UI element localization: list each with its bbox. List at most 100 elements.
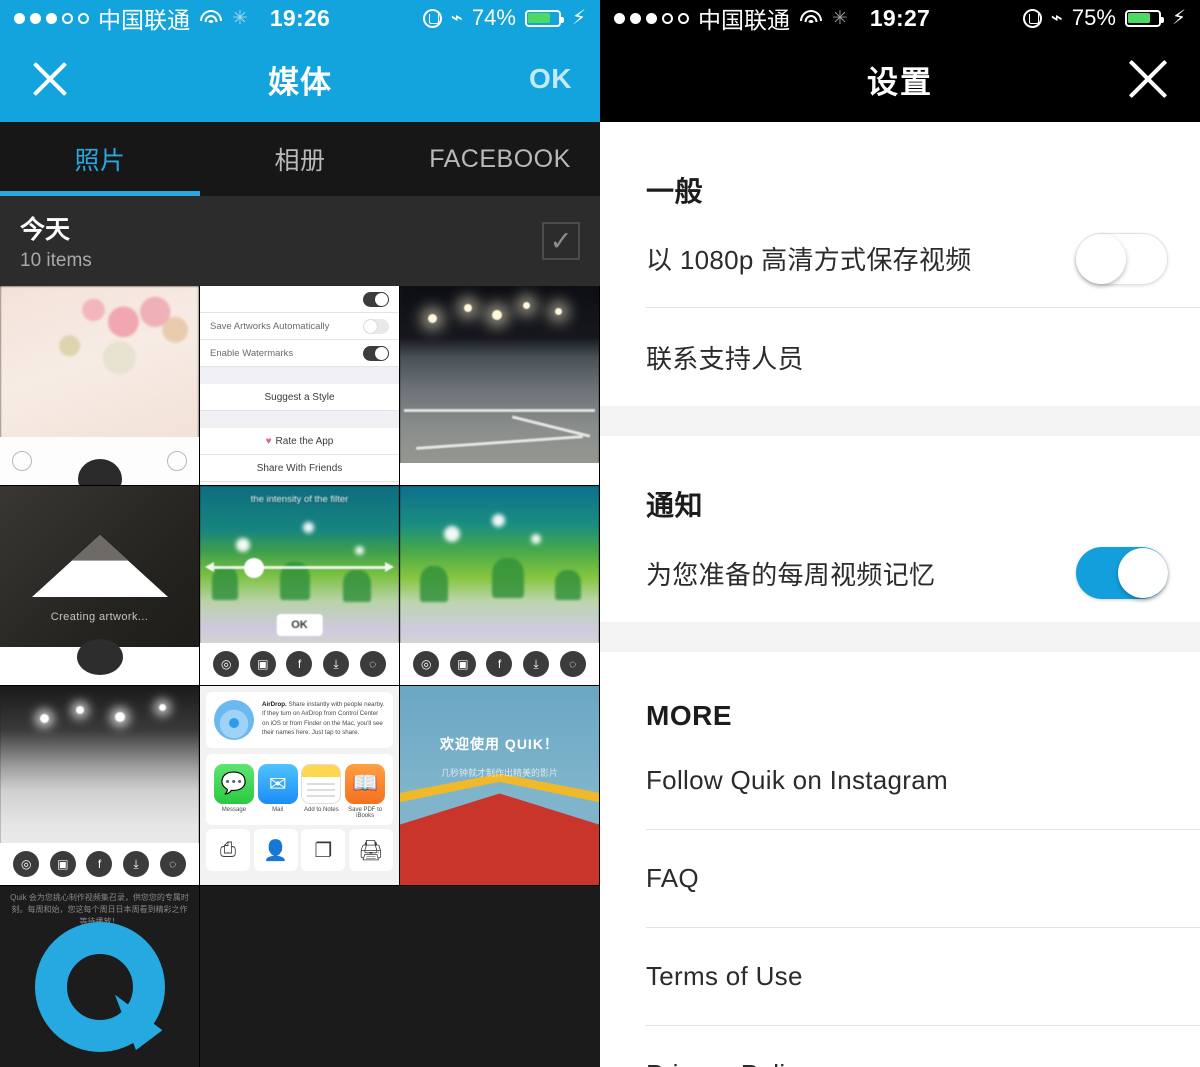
instagram-icon[interactable]: ▣ xyxy=(249,651,276,677)
facebook-icon[interactable]: f xyxy=(486,651,513,677)
facebook-icon[interactable]: f xyxy=(286,651,313,677)
group-title-general: 一般 xyxy=(646,176,704,207)
section-title: 今天 xyxy=(20,216,71,244)
toggle-save-1080p[interactable] xyxy=(1076,232,1168,285)
contact-icon[interactable]: 👤 xyxy=(253,829,298,871)
shutter-blob xyxy=(76,639,123,675)
ts-row-partial xyxy=(200,286,399,313)
share-app-notes[interactable]: Add to Notes xyxy=(300,764,344,819)
wifi-icon xyxy=(199,9,223,27)
welcome-title: 欢迎使用 QUIK！ xyxy=(440,735,559,752)
photo-grid: Save Artworks Automatically Enable Water… xyxy=(0,286,600,1067)
thumb-quik-logo-screen[interactable]: Quik 会为您挑心制作视频集召录，供您您的专属时刻。每周和始，您这每个周日日本… xyxy=(0,886,200,1067)
thumb-flowers-cake-photo[interactable] xyxy=(0,286,200,486)
ok-button[interactable]: OK xyxy=(276,614,323,636)
checkmark-icon: ✓ xyxy=(549,225,573,256)
setting-row-privacy-policy[interactable]: Privacy Policy xyxy=(646,1026,1200,1067)
heart-icon: ♥ xyxy=(265,435,272,447)
shutter-blob xyxy=(77,459,122,485)
carrier-name: 中国联通 xyxy=(698,7,790,33)
setting-label: 联系支持人员 xyxy=(646,343,804,374)
left-phone-panel: 中国联通 ✳ 19:26 ⌁ 74% ⚡ 媒体 OK 照片 相册 FACEBOO… xyxy=(0,0,600,1067)
right-phone-panel: 中国联通 ✳ 19:27 ⌁ 75% ⚡ 设置 一般 以 1080p 高清方式保… xyxy=(600,0,1200,1067)
creating-artwork-caption: Creating artwork... xyxy=(50,611,149,624)
save-image-icon[interactable]: ⎙ xyxy=(206,829,250,871)
setting-row-follow-instagram[interactable]: Follow Quik on Instagram xyxy=(646,732,1200,830)
group-divider xyxy=(600,622,1200,652)
lightning-bolt-icon: ⚡ xyxy=(571,7,586,29)
tab-albums[interactable]: 相册 xyxy=(200,122,400,196)
print-icon[interactable]: 🖨 xyxy=(348,829,393,871)
download-icon[interactable]: ⤓ xyxy=(323,651,350,677)
airdrop-description: AirDrop. Share instantly with people nea… xyxy=(262,701,385,736)
welcome-image: 欢迎使用 QUIK！ 几秒钟就才制作出精美的影片 xyxy=(400,686,599,885)
intensity-slider[interactable] xyxy=(205,562,394,572)
select-all-checkbox[interactable]: ✓ xyxy=(542,222,580,260)
status-left-group: 中国联通 ✳ xyxy=(14,1,248,35)
thumb-settings-screenshot[interactable]: Save Artworks Automatically Enable Water… xyxy=(200,286,400,486)
thumb-creating-artwork-screenshot[interactable]: Creating artwork... xyxy=(0,486,200,686)
share-app-mail[interactable]: ✉ Mail xyxy=(256,764,300,819)
thumb-filter-intensity-screenshot[interactable]: the intensity of the filter OK ◎ ▣ f ⤓ ◌ xyxy=(200,486,400,686)
message-icon: 💬 xyxy=(213,764,254,804)
quik-q-logo-icon xyxy=(34,922,165,1052)
thumb-skatepark-bw-photo[interactable]: ◎ ▣ f ⤓ ◌ xyxy=(0,686,200,886)
ok-button[interactable]: OK xyxy=(529,63,572,95)
more-icon[interactable]: ◌ xyxy=(159,851,186,877)
status-left-group: 中国联通 ✳ xyxy=(614,1,848,35)
share-app-ibooks[interactable]: 📖 Save PDF to iBooks xyxy=(343,764,387,819)
slider-knob[interactable] xyxy=(244,558,264,578)
more-icon[interactable]: ◌ xyxy=(359,651,386,677)
instagram-icon[interactable]: ▣ xyxy=(49,851,76,877)
setting-row-save-1080p[interactable]: 以 1080p 高清方式保存视频 xyxy=(646,210,1200,308)
welcome-subtitle: 几秒钟就才制作出精美的影片 xyxy=(440,767,558,778)
copy-icon[interactable]: ❐ xyxy=(301,829,346,871)
weibo-icon[interactable]: ◎ xyxy=(213,651,240,677)
setting-row-faq[interactable]: FAQ xyxy=(646,830,1200,928)
share-app-row: 💬 Message ✉ Mail Add to Notes 📖 Save PDF… xyxy=(206,754,393,825)
more-icon[interactable]: ◌ xyxy=(559,651,586,677)
tab-facebook[interactable]: FACEBOOK xyxy=(400,122,600,196)
group-title-notifications: 通知 xyxy=(646,490,704,521)
share-app-message[interactable]: 💬 Message xyxy=(212,764,256,819)
toggle-weekly-memories[interactable] xyxy=(1076,547,1168,599)
download-icon[interactable]: ⤓ xyxy=(523,651,550,677)
close-x-icon[interactable] xyxy=(28,57,72,101)
bluetooth-icon: ⌁ xyxy=(1050,7,1063,29)
share-bar: ◎ ▣ f ⤓ ◌ xyxy=(400,643,599,685)
settings-screenshot-image: Save Artworks Automatically Enable Water… xyxy=(200,286,399,485)
battery-icon xyxy=(524,9,564,27)
thumb-filtered-park-photo[interactable]: ◎ ▣ f ⤓ ◌ xyxy=(400,486,600,686)
weibo-icon[interactable]: ◎ xyxy=(13,851,40,877)
activity-spinner-icon: ✳ xyxy=(832,7,848,29)
share-bar: ◎ ▣ f ⤓ ◌ xyxy=(200,643,399,685)
thumb-tennis-court-night-photo[interactable] xyxy=(400,286,600,486)
notes-icon xyxy=(301,764,342,804)
dual-phone-screenshot: 中国联通 ✳ 19:26 ⌁ 74% ⚡ 媒体 OK 照片 相册 FACEBOO… xyxy=(0,0,1200,1067)
wifi-icon xyxy=(799,9,823,27)
download-icon[interactable]: ⤓ xyxy=(123,851,150,877)
thumb-welcome-quik-photo[interactable]: 欢迎使用 QUIK！ 几秒钟就才制作出精美的影片 xyxy=(400,686,600,886)
ts-row: Suggest a Style xyxy=(200,384,399,411)
media-navbar: 媒体 OK xyxy=(0,36,600,122)
group-title-more: MORE xyxy=(646,700,732,731)
facebook-icon[interactable]: f xyxy=(86,851,113,877)
battery-percent: 74% xyxy=(471,5,516,30)
tab-bar: 照片 相册 FACEBOOK xyxy=(0,122,600,196)
tab-photos[interactable]: 照片 xyxy=(0,122,200,196)
setting-label: Follow Quik on Instagram xyxy=(646,765,948,795)
page-title: 媒体 xyxy=(268,64,332,100)
setting-row-weekly-memories[interactable]: 为您准备的每周视频记忆 xyxy=(646,524,1200,622)
setting-row-contact-support[interactable]: 联系支持人员 xyxy=(646,308,1200,406)
close-x-icon[interactable] xyxy=(1124,55,1172,103)
red-house-shape xyxy=(400,793,599,885)
weibo-icon[interactable]: ◎ xyxy=(413,651,440,677)
thumb-ios-share-sheet-screenshot[interactable]: AirDrop. Share instantly with people nea… xyxy=(200,686,400,886)
share-sheet-image: AirDrop. Share instantly with people nea… xyxy=(200,686,399,885)
setting-row-terms-of-use[interactable]: Terms of Use xyxy=(646,928,1200,1026)
setting-label: Terms of Use xyxy=(646,961,803,991)
section-header-today: 今天 10 items ✓ xyxy=(0,196,600,286)
status-right-group: ⌁ 75% ⚡ xyxy=(1022,5,1186,31)
instagram-icon[interactable]: ▣ xyxy=(449,651,476,677)
quik-logo-image: Quik 会为您挑心制作视频集召录，供您您的专属时刻。每周和始，您这每个周日日本… xyxy=(0,886,199,1067)
